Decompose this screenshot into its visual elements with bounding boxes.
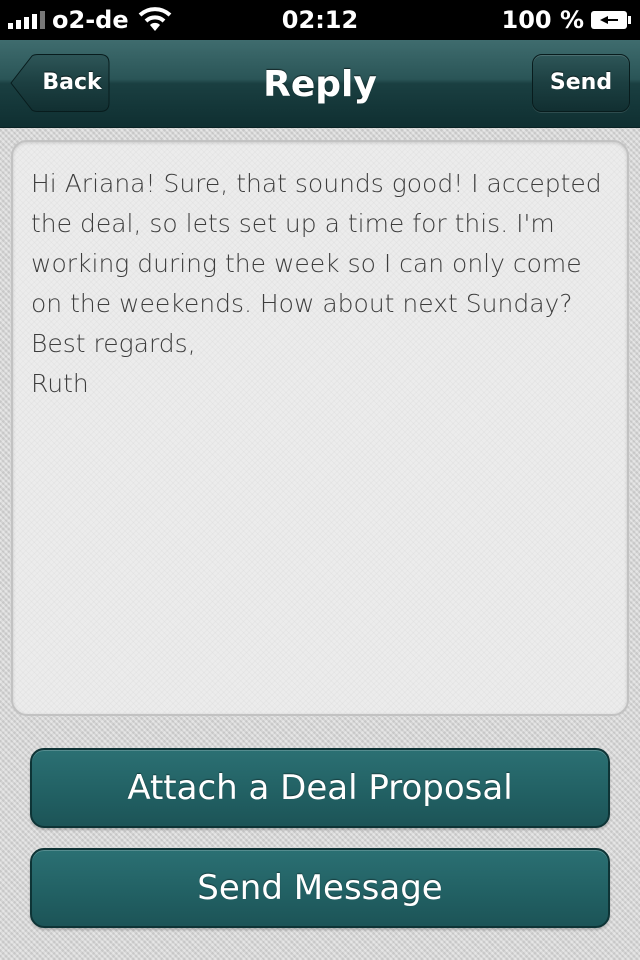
send-message-button[interactable]: Send Message <box>30 848 610 928</box>
battery-percentage: 100 % <box>501 6 585 34</box>
battery-charging-icon <box>591 11 631 29</box>
status-bar: o2-de 02:12 100 % <box>0 0 640 40</box>
message-textarea[interactable]: Hi Ariana! Sure, that sounds good! I acc… <box>11 140 629 716</box>
attach-deal-proposal-button[interactable]: Attach a Deal Proposal <box>30 748 610 828</box>
send-button[interactable]: Send <box>532 54 630 112</box>
message-body: Hi Ariana! Sure, that sounds good! I acc… <box>31 169 602 398</box>
navigation-bar: Back Reply Send <box>0 40 640 128</box>
